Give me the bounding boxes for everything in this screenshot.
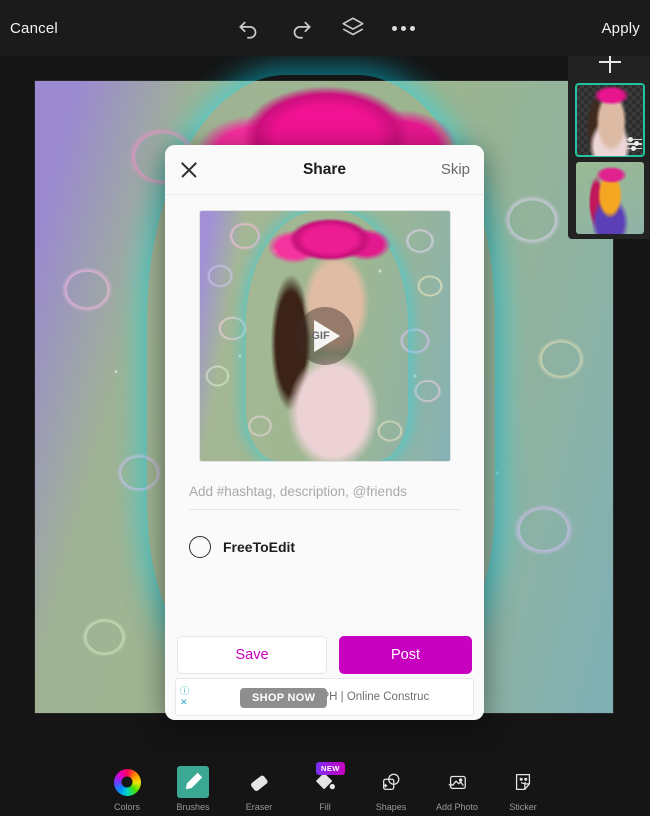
caption-input[interactable] [189, 484, 460, 510]
tool-sticker-label: Sticker [509, 802, 537, 812]
gif-play-button[interactable]: GIF [295, 307, 354, 365]
ad-controls[interactable]: ⓘ ✕ [180, 686, 202, 708]
share-preview-container: GIF [165, 195, 484, 461]
layer-thumbnail-2[interactable] [576, 162, 644, 234]
tool-colors[interactable]: Colors [105, 766, 149, 812]
share-dialog-title: Share [302, 160, 347, 178]
color-wheel-icon [111, 766, 143, 798]
add-photo-icon [441, 766, 473, 798]
freetoedit-checkbox[interactable] [189, 536, 211, 558]
gif-label: GIF [311, 330, 330, 342]
layer-settings-icon[interactable] [626, 136, 642, 153]
tool-add-photo-label: Add Photo [435, 802, 479, 812]
eraser-icon [243, 766, 275, 798]
redo-icon[interactable] [288, 15, 314, 41]
share-dialog: Share Skip GIF FreeToEdit Save Post ⓘ ✕ … [165, 145, 484, 720]
shape-icon [375, 766, 407, 798]
tool-eraser-label: Eraser [245, 802, 273, 812]
share-actions: Save Post [165, 636, 484, 674]
tool-fill-label: Fill [319, 802, 331, 812]
top-toolbar: Cancel Apply [0, 0, 650, 56]
new-badge: NEW [316, 762, 345, 775]
close-icon[interactable] [179, 160, 199, 180]
freetoedit-label: FreeToEdit [223, 539, 296, 555]
more-options-icon[interactable] [391, 15, 415, 41]
bottom-toolbar: Colors Brushes Eraser NEW Fill Shapes Ad… [0, 760, 650, 816]
save-button[interactable]: Save [177, 636, 327, 674]
share-preview-image[interactable]: GIF [199, 211, 450, 461]
tool-brushes-label: Brushes [176, 802, 210, 812]
tool-eraser[interactable]: Eraser [237, 766, 281, 812]
tool-add-photo[interactable]: Add Photo [435, 766, 479, 812]
info-icon[interactable]: ⓘ [180, 686, 202, 697]
ad-banner[interactable]: ⓘ ✕ SHOP NOW YelloPh | Yello PH | Online… [175, 678, 474, 716]
ad-cta-button[interactable]: SHOP NOW [240, 688, 328, 708]
tool-fill[interactable]: NEW Fill [303, 762, 347, 812]
tool-colors-label: Colors [113, 802, 140, 812]
tool-brushes[interactable]: Brushes [171, 766, 215, 812]
layers-icon[interactable] [340, 15, 366, 41]
apply-button[interactable]: Apply [601, 20, 640, 37]
sticker-icon [507, 766, 539, 798]
freetoedit-row[interactable]: FreeToEdit [165, 510, 484, 558]
post-button[interactable]: Post [339, 636, 472, 674]
tool-shapes[interactable]: Shapes [369, 766, 413, 812]
layer-thumbnail-1[interactable] [575, 83, 645, 157]
top-tool-group [0, 0, 650, 56]
layers-panel[interactable] [568, 34, 650, 239]
caption-row [165, 461, 484, 510]
tool-shapes-label: Shapes [375, 802, 407, 812]
brush-icon [177, 766, 209, 798]
share-dialog-header: Share Skip [165, 145, 484, 195]
ad-close-icon[interactable]: ✕ [180, 697, 202, 708]
undo-icon[interactable] [236, 15, 262, 41]
skip-button[interactable]: Skip [441, 161, 470, 178]
cancel-button[interactable]: Cancel [10, 20, 58, 37]
tool-sticker[interactable]: Sticker [501, 766, 545, 812]
